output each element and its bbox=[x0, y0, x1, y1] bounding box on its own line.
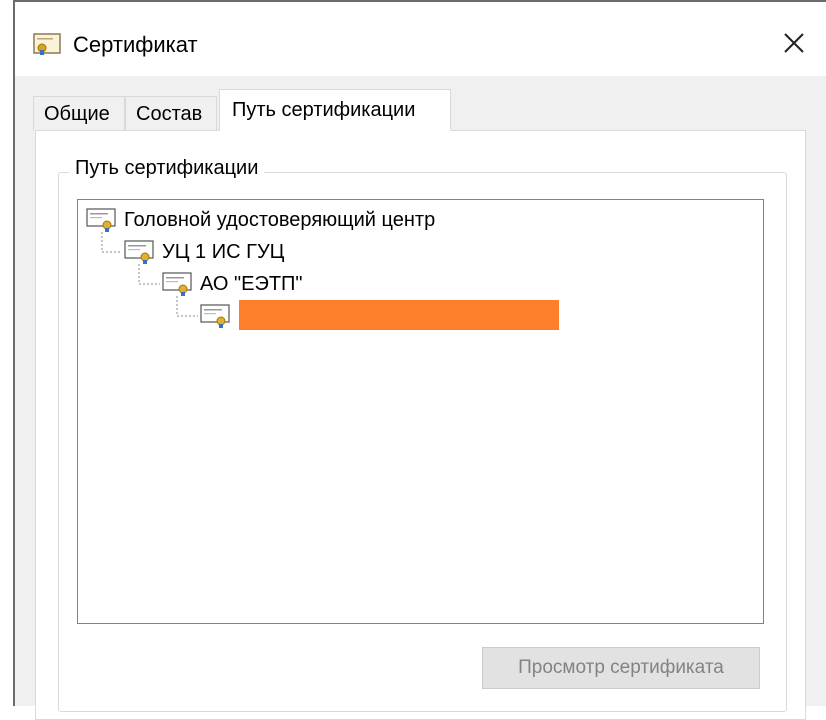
certificate-dialog: Сертификат Общие Состав Путь сертификаци… bbox=[13, 0, 826, 720]
tree-node-root-ca[interactable]: Головной удостоверяющий центр bbox=[86, 206, 435, 234]
certificate-icon bbox=[162, 272, 192, 296]
redacted-certificate-name bbox=[239, 300, 559, 330]
tree-node-label: Головной удостоверяющий центр bbox=[124, 208, 436, 231]
tree-node-issuer[interactable]: АО "ЕЭТП" bbox=[162, 270, 303, 298]
tree-node-end-certificate[interactable] bbox=[200, 302, 230, 330]
tab-general[interactable]: Общие bbox=[33, 96, 125, 130]
certification-path-tree[interactable]: Головной удостоверяющий центр УЦ 1 ИС ГУ… bbox=[77, 199, 764, 624]
tab-certification-path[interactable]: Путь сертификации bbox=[219, 89, 451, 131]
tab-details[interactable]: Состав bbox=[125, 96, 217, 130]
view-certificate-button[interactable]: Просмотр сертификата bbox=[482, 647, 760, 689]
certificate-icon bbox=[86, 208, 116, 232]
tree-node-label: УЦ 1 ИС ГУЦ bbox=[162, 240, 285, 263]
close-icon bbox=[784, 33, 804, 53]
certificate-icon bbox=[200, 304, 230, 328]
title-bar: Сертификат bbox=[15, 2, 826, 76]
tree-node-label: АО "ЕЭТП" bbox=[200, 272, 303, 295]
certificate-icon bbox=[124, 240, 154, 264]
group-label: Путь сертификации bbox=[69, 157, 265, 180]
window-title: Сертификат bbox=[73, 32, 198, 57]
close-button[interactable] bbox=[762, 18, 826, 68]
certificate-icon bbox=[33, 33, 61, 55]
tree-node-intermediate-ca[interactable]: УЦ 1 ИС ГУЦ bbox=[124, 238, 284, 266]
